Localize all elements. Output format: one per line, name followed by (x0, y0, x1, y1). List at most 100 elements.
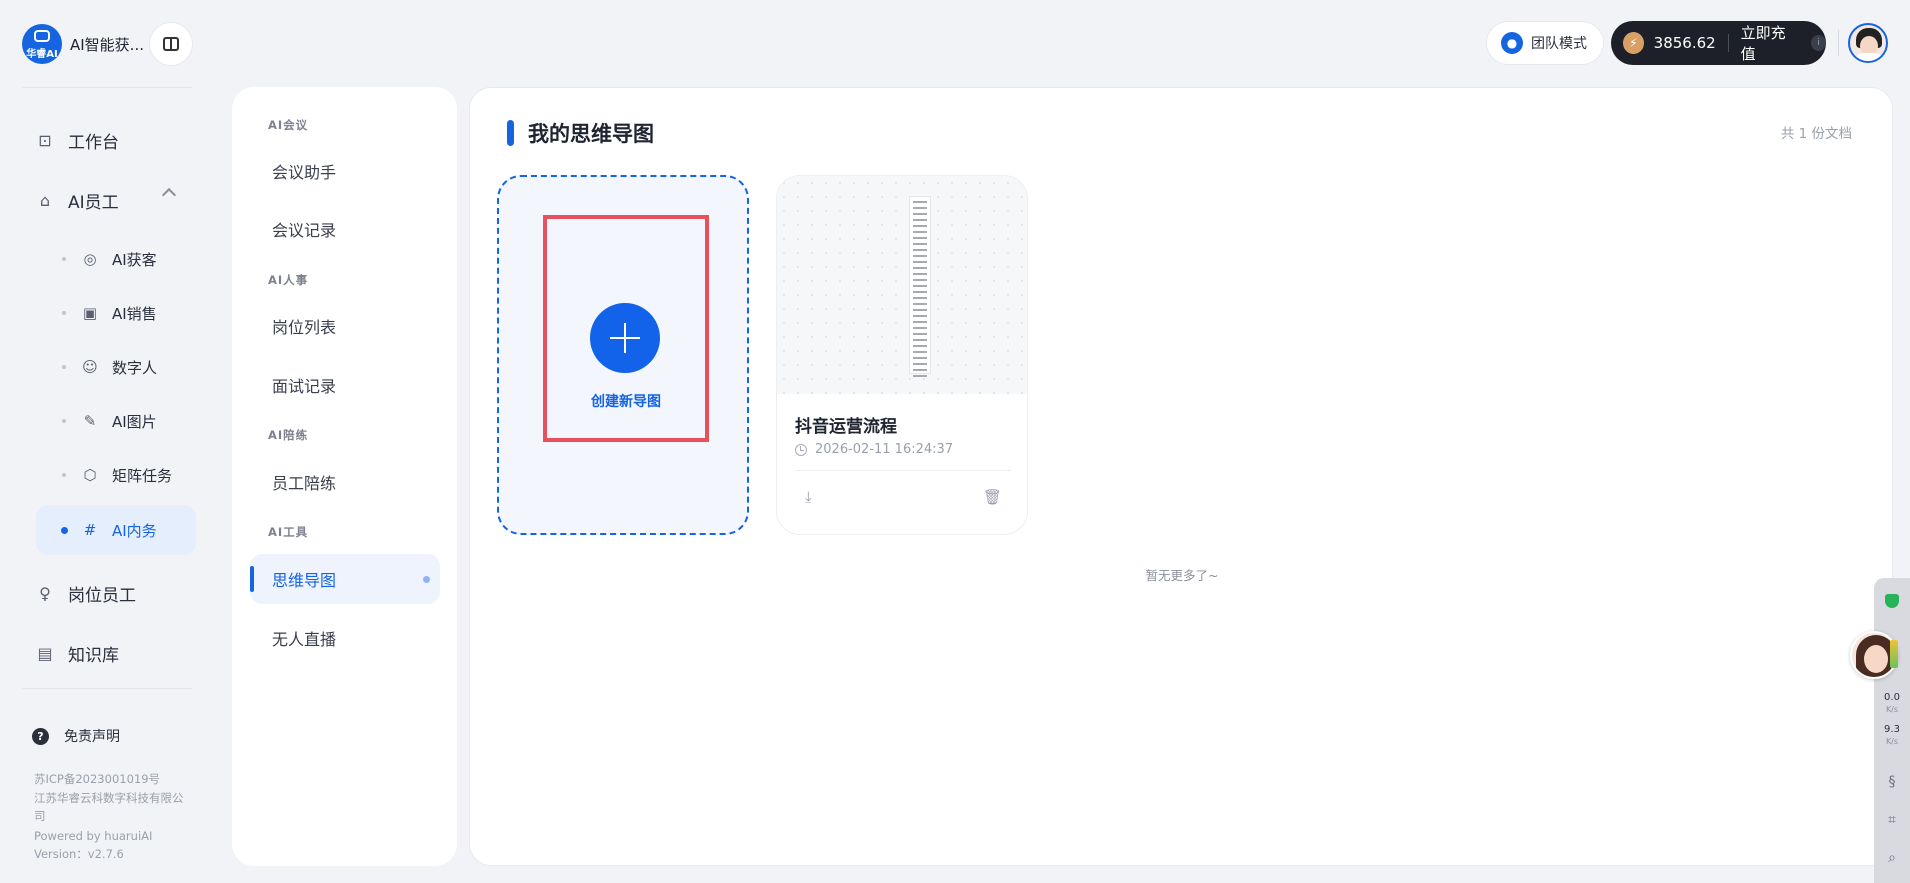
menu-item-interview-records[interactable]: 面试记录 (250, 360, 440, 410)
sidebar-item-label: 数字人 (112, 358, 158, 377)
team-user-icon: ● (1501, 32, 1523, 54)
sidebar: 华睿AI AI智能获... ⊡ 工作台 ⌂ AI员工 ◎ AI获客 ▣ AI销售… (0, 0, 215, 883)
bullet-dot (62, 365, 66, 369)
bullet-dot (62, 257, 66, 261)
nav-position-staff[interactable]: ♀ 岗位员工 (36, 581, 136, 606)
company-text: 江苏华睿云科数字科技有限公司 (34, 791, 184, 823)
download-speed-value: 9.3 (1884, 724, 1900, 735)
divider (1838, 30, 1839, 56)
doc-title[interactable]: 抖音运营流程 (795, 412, 897, 437)
menu-item-mind-map[interactable]: 思维导图 (250, 554, 440, 604)
crop-icon[interactable]: ⌗ (1884, 812, 1900, 828)
balance-pill[interactable]: ⚡ 3856.62 立即充值 i (1611, 21, 1826, 65)
nav-ai-staff[interactable]: ⌂ AI员工 (36, 188, 119, 213)
create-highlight-box[interactable]: 创建新导图 (543, 215, 709, 442)
sidebar-item-ai-internal[interactable]: # AI内务 (36, 505, 196, 555)
create-mindmap-label[interactable]: 创建新导图 (547, 391, 705, 411)
bullet-dot (62, 473, 66, 477)
download-speed-unit: K/s (1885, 737, 1899, 746)
nav-knowledge-base-label: 知识库 (68, 646, 119, 666)
sidebar-item-digital-human[interactable]: ☺ 数字人 (36, 342, 196, 392)
bullet-dot (62, 419, 66, 423)
no-more-text: 暂无更多了~ (1145, 568, 1219, 583)
clock-icon (795, 443, 807, 456)
document-count: 共 1 份文档 (1780, 126, 1852, 142)
bullet-dot (62, 311, 66, 315)
shield-icon[interactable] (1885, 594, 1899, 608)
nav-knowledge-base[interactable]: ▤ 知识库 (36, 641, 119, 666)
doc-thumbnail[interactable] (777, 176, 1027, 394)
team-mode-button[interactable]: ● 团队模式 (1486, 21, 1604, 65)
icp-text[interactable]: 苏ICP备2023001019号 (34, 770, 184, 788)
user-circle-icon: ◎ (83, 250, 97, 268)
divider (1727, 34, 1729, 52)
info-icon[interactable]: i (1810, 35, 1826, 51)
bullet-dot (61, 526, 68, 534)
digital-human-icon: ☺ (82, 358, 98, 376)
user-avatar[interactable] (1848, 23, 1888, 63)
menu-group-title: AI工具 (268, 525, 309, 539)
menu-item-staff-training[interactable]: 员工陪练 (250, 457, 440, 507)
book-icon: ▤ (37, 643, 53, 663)
menu-group-title: AI人事 (268, 273, 309, 287)
doc-preview-image (909, 196, 931, 377)
sidebar-item-matrix-task[interactable]: ⬡ 矩阵任务 (36, 450, 196, 500)
divider (22, 688, 192, 689)
sidebar-toggle-icon (163, 37, 179, 51)
sidebar-item-label: AI销售 (112, 304, 157, 323)
create-mindmap-card[interactable]: 创建新导图 (497, 175, 749, 535)
workbench-icon: ⊡ (38, 130, 52, 150)
upload-speed-unit: K/s (1885, 705, 1899, 714)
nav-ai-staff-label: AI员工 (68, 193, 119, 213)
sidebar-item-label: AI内务 (112, 521, 157, 540)
recharge-button[interactable]: 立即充值 (1741, 22, 1797, 64)
swirl-icon[interactable]: § (1884, 774, 1900, 790)
main-panel: 我的思维导图 共 1 份文档 创建新导图 抖音运营流程 2026-02-11 1… (469, 87, 1893, 866)
title-accent-bar (507, 120, 514, 146)
download-icon[interactable]: ⤓ (805, 488, 812, 506)
menu-item-meeting-assistant[interactable]: 会议助手 (250, 146, 440, 196)
sidebar-item-label: AI获客 (112, 250, 157, 269)
sidebar-item-label: 矩阵任务 (112, 466, 173, 485)
upload-speed-value: 0.0 (1884, 692, 1900, 703)
page-title: 我的思维导图 (528, 122, 654, 146)
brand[interactable]: 华睿AI AI智能获... (22, 24, 144, 64)
trash-icon[interactable]: 🗑 (983, 488, 1002, 506)
team-mode-label: 团队模式 (1531, 36, 1587, 52)
brand-logo: 华睿AI (22, 24, 62, 64)
menu-item-meeting-records[interactable]: 会议记录 (250, 204, 440, 254)
sidebar-item-label: AI图片 (112, 412, 157, 431)
menu-group-title: AI会议 (268, 118, 309, 132)
disclaimer-link[interactable]: ? 免责声明 (32, 726, 120, 746)
download-speed: 9.3 K/s (1874, 724, 1910, 748)
menu-item-position-list[interactable]: 岗位列表 (250, 301, 440, 351)
menu-group-title: AI陪练 (268, 428, 309, 442)
doc-time-text: 2026-02-11 16:24:37 (815, 442, 954, 457)
search-icon[interactable]: ⌕ (1884, 850, 1900, 866)
brush-icon: ✎ (83, 412, 97, 430)
question-icon: ? (32, 727, 49, 745)
nav-workbench[interactable]: ⊡ 工作台 (36, 128, 119, 153)
sidebar-collapse-button[interactable] (149, 22, 193, 66)
version-text: Version：v2.7.6 (34, 847, 124, 861)
menu-item-unmanned-live[interactable]: 无人直播 (250, 613, 440, 663)
hash-icon: # (83, 521, 97, 539)
mindmap-doc-card[interactable]: 抖音运营流程 2026-02-11 16:24:37 ⤓ 🗑 (776, 175, 1028, 535)
sidebar-item-ai-sales[interactable]: ▣ AI销售 (36, 288, 196, 338)
doc-timestamp: 2026-02-11 16:24:37 (795, 442, 953, 457)
sidebar-item-ai-customer[interactable]: ◎ AI获客 (36, 234, 196, 284)
person-icon: ♀ (39, 583, 51, 603)
chevron-up-icon[interactable] (161, 187, 177, 203)
robot-icon: ⌂ (39, 190, 51, 210)
plus-icon[interactable] (590, 303, 660, 373)
energy-bar (1890, 640, 1898, 668)
cube-icon: ⬡ (83, 466, 97, 484)
brand-name: AI智能获... (70, 35, 144, 54)
sidebar-item-ai-image[interactable]: ✎ AI图片 (36, 396, 196, 446)
divider (795, 470, 1011, 471)
chart-plus-icon: ▣ (82, 304, 98, 322)
balance-value: 3856.62 (1653, 34, 1716, 52)
divider (22, 87, 192, 88)
upload-speed: 0.0 K/s (1874, 692, 1910, 716)
floating-toolbar[interactable]: 0.0 K/s 9.3 K/s § ⌗ ⌕ (1874, 578, 1910, 883)
